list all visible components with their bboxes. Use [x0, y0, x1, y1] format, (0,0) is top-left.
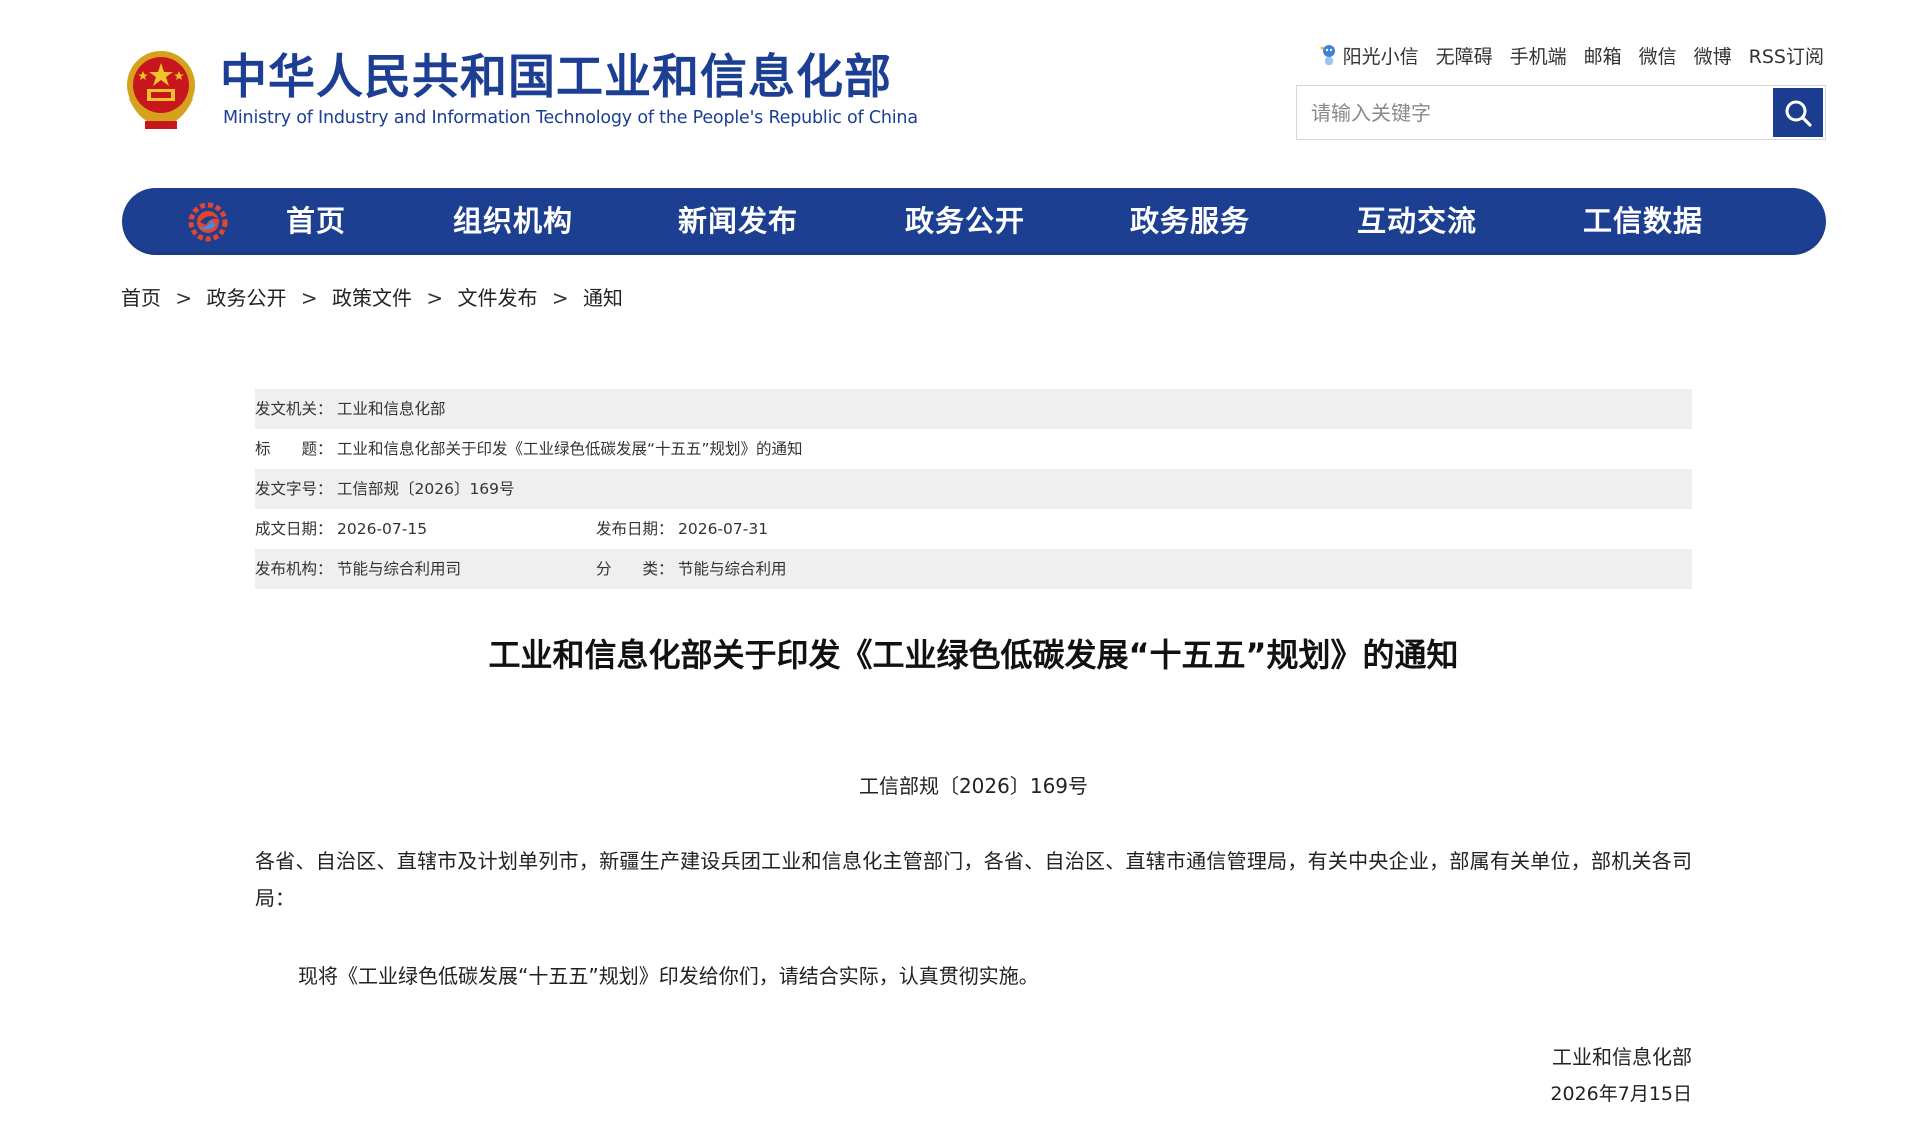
top-link-accessibility[interactable]: 无障碍 — [1436, 42, 1493, 69]
search-input[interactable] — [1297, 86, 1795, 139]
breadcrumb-separator: > — [551, 286, 569, 310]
document-body: 现将《工业绿色低碳发展“十五五”规划》印发给你们，请结合实际，认真贯彻实施。 — [298, 964, 1039, 988]
top-link-rss[interactable]: RSS订阅 — [1749, 42, 1824, 69]
title-label: 标 题： — [255, 440, 333, 458]
breadcrumb-policy-docs[interactable]: 政策文件 — [332, 286, 412, 310]
publisher-value: 节能与综合利用司 — [337, 560, 462, 578]
site-title: 中华人民共和国工业和信息化部 — [220, 50, 892, 105]
document-title: 工业和信息化部关于印发《工业绿色低碳发展“十五五”规划》的通知 — [488, 636, 1459, 674]
search-box — [1296, 85, 1826, 140]
top-link-mobile[interactable]: 手机端 — [1510, 42, 1567, 69]
top-link-yangguang[interactable]: 阳光小信 — [1319, 42, 1419, 69]
written-date-label: 成文日期： — [255, 520, 333, 538]
main-nav: 首页 组织机构 新闻发布 政务公开 政务服务 互动交流 工信数据 — [122, 188, 1826, 255]
issuer-value: 工业和信息化部 — [337, 400, 446, 418]
info-row-doc-number: 发文字号： 工信部规〔2026〕169号 — [255, 469, 1692, 509]
breadcrumb-separator: > — [426, 286, 444, 310]
site-subtitle: Ministry of Industry and Information Tec… — [223, 108, 918, 128]
top-link-weibo[interactable]: 微博 — [1694, 42, 1732, 69]
breadcrumb-separator: > — [300, 286, 318, 310]
nav-item-interaction[interactable]: 互动交流 — [1357, 188, 1477, 255]
document-info-table: 发文机关： 工业和信息化部 标 题： 工业和信息化部关于印发《工业绿色低碳发展“… — [255, 389, 1692, 589]
nav-item-data[interactable]: 工信数据 — [1583, 188, 1703, 255]
publish-date-label: 发布日期： — [596, 520, 674, 538]
category-value: 节能与综合利用 — [678, 560, 787, 578]
issuer-label: 发文机关： — [255, 400, 333, 418]
info-row-publisher: 发布机构： 节能与综合利用司 分 类： 节能与综合利用 — [255, 549, 1692, 589]
document-recipients: 各省、自治区、直辖市及计划单列市，新疆生产建设兵团工业和信息化主管部门，各省、自… — [255, 849, 1692, 910]
top-links: 阳光小信 无障碍 手机端 邮箱 微信 微博 RSS订阅 — [1319, 42, 1824, 69]
nav-item-gov-services[interactable]: 政务服务 — [1130, 188, 1250, 255]
publisher-label: 发布机构： — [255, 560, 333, 578]
breadcrumb: 首页 > 政务公开 > 政策文件 > 文件发布 > 通知 — [121, 282, 623, 311]
search-icon — [1785, 100, 1812, 127]
nav-item-gov-affairs[interactable]: 政务公开 — [905, 188, 1025, 255]
miit-gear-logo-icon — [188, 202, 228, 242]
document-number: 工信部规〔2026〕169号 — [858, 774, 1089, 798]
top-link-mail[interactable]: 邮箱 — [1584, 42, 1622, 69]
info-row-issuer: 发文机关： 工业和信息化部 — [255, 389, 1692, 429]
nav-item-home[interactable]: 首页 — [286, 188, 346, 255]
search-button[interactable] — [1773, 88, 1823, 137]
doc-number-value: 工信部规〔2026〕169号 — [337, 480, 515, 498]
nav-item-news[interactable]: 新闻发布 — [678, 188, 798, 255]
breadcrumb-gov-affairs[interactable]: 政务公开 — [206, 286, 286, 310]
signature-organization: 工业和信息化部 — [1552, 1045, 1692, 1069]
national-emblem-logo — [127, 51, 195, 129]
title-value: 工业和信息化部关于印发《工业绿色低碳发展“十五五”规划》的通知 — [337, 440, 803, 458]
nav-item-organization[interactable]: 组织机构 — [453, 188, 573, 255]
top-link-label: 阳光小信 — [1342, 46, 1419, 68]
top-link-wechat[interactable]: 微信 — [1639, 42, 1677, 69]
breadcrumb-doc-release[interactable]: 文件发布 — [457, 286, 537, 310]
info-row-title: 标 题： 工业和信息化部关于印发《工业绿色低碳发展“十五五”规划》的通知 — [255, 429, 1692, 469]
category-label: 分 类： — [596, 560, 674, 578]
breadcrumb-separator: > — [175, 286, 193, 310]
publish-date-value: 2026-07-31 — [678, 520, 769, 538]
breadcrumb-home[interactable]: 首页 — [121, 286, 161, 310]
written-date-value: 2026-07-15 — [337, 520, 428, 538]
doc-number-label: 发文字号： — [255, 480, 333, 498]
mascot-icon — [1320, 44, 1335, 65]
info-row-dates: 成文日期： 2026-07-15 发布日期： 2026-07-31 — [255, 509, 1692, 549]
signature-date: 2026年7月15日 — [1550, 1083, 1692, 1105]
breadcrumb-current: 通知 — [582, 286, 623, 310]
